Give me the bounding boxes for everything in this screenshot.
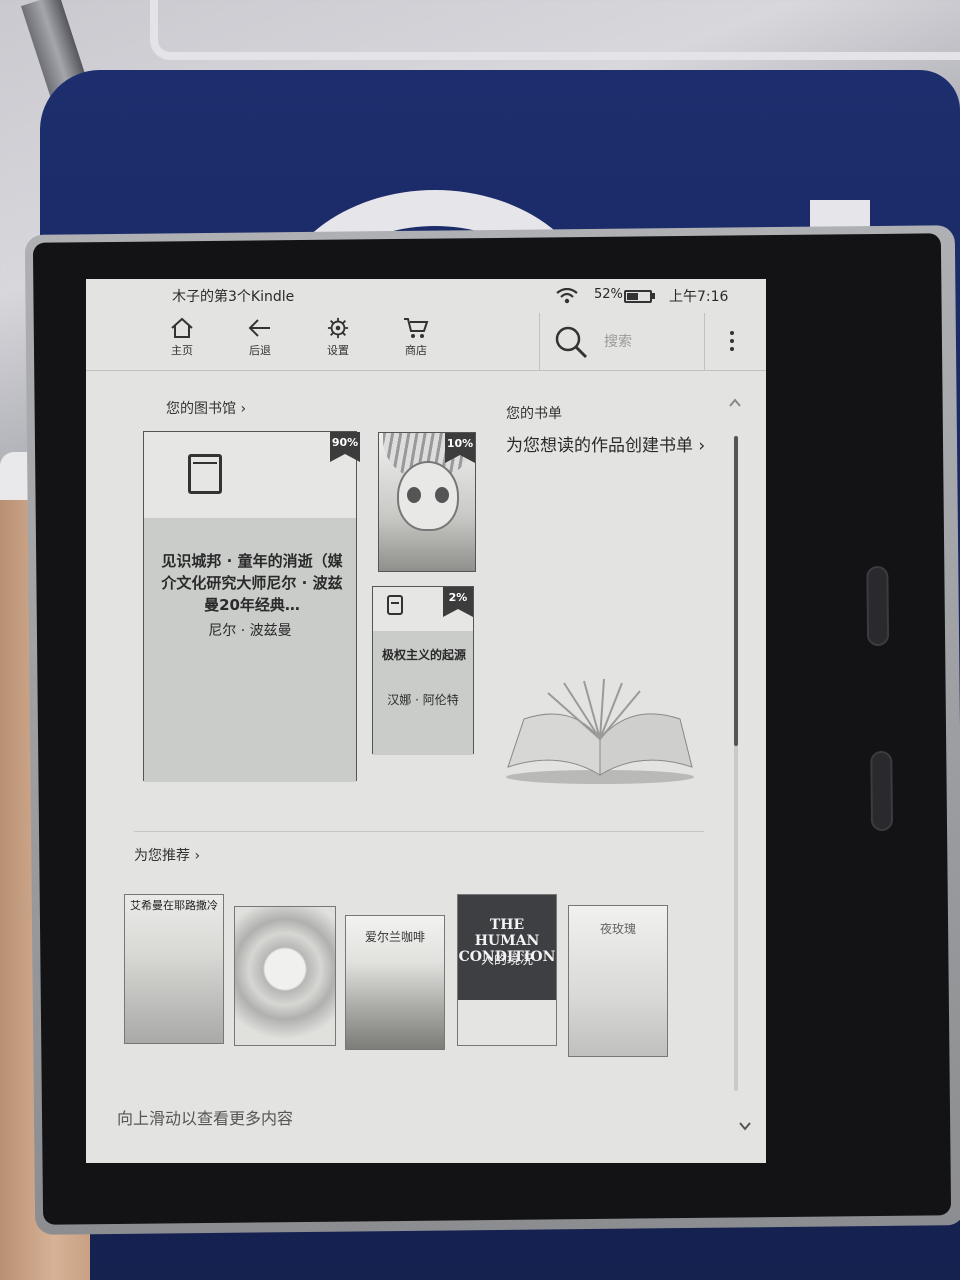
- book-title: 见识城邦 · 童年的消逝（媒介文化研究大师尼尔 · 波兹曼20年经典…: [161, 552, 343, 614]
- toolbar: 主页 后退 设置 商店 搜索: [86, 313, 766, 371]
- gear-icon: [327, 317, 349, 339]
- recommended-book-cover[interactable]: 爱尔兰咖啡: [345, 915, 445, 1050]
- cart-icon: [404, 318, 429, 338]
- book-icon: [188, 454, 222, 494]
- home-icon: [171, 317, 193, 338]
- open-book-illustration: [506, 679, 694, 784]
- battery-icon: [624, 290, 652, 303]
- battery-fill: [627, 293, 638, 300]
- cover-title: 艾希曼在耶路撒冷: [130, 899, 218, 912]
- section-divider: [134, 831, 704, 832]
- bus-rail: [150, 0, 960, 60]
- device-name: 木子的第3个Kindle: [172, 289, 295, 305]
- cover-subtitle: 人的境况: [480, 953, 533, 968]
- recommended-book-cover[interactable]: 艾希曼在耶路撒冷: [124, 894, 224, 1044]
- store-label: 商店: [405, 344, 427, 357]
- home-button[interactable]: 主页: [154, 317, 210, 358]
- more-menu-icon[interactable]: [722, 327, 742, 357]
- scroll-hint: 向上滑动以查看更多内容: [117, 1109, 294, 1128]
- recommended-book-cover[interactable]: [234, 906, 336, 1046]
- page-turn-button-up[interactable]: [866, 565, 890, 647]
- progress-badge: 10%: [445, 433, 475, 463]
- progress-badge: 90%: [330, 432, 360, 462]
- store-button[interactable]: 商店: [388, 317, 444, 358]
- cover-lower-band: [458, 1000, 556, 1045]
- cover-top: [144, 432, 356, 518]
- reading-list-link[interactable]: 为您想读的作品创建书单 ›: [506, 435, 716, 457]
- book-cover-manga[interactable]: 10%: [378, 432, 476, 572]
- book-author: 尼尔 · 波兹曼: [208, 623, 292, 639]
- battery-tip: [652, 293, 655, 299]
- book-author: 汉娜 · 阿伦特: [387, 693, 459, 707]
- cover-illustration: [397, 461, 459, 531]
- chevron-up-icon[interactable]: [728, 396, 742, 410]
- battery-percent: 52%: [594, 287, 623, 302]
- book-title: 极权主义的起源: [381, 648, 466, 662]
- recommended-book-cover[interactable]: THE HUMAN CONDITION 人的境况: [457, 894, 557, 1046]
- scrollbar[interactable]: [734, 436, 738, 1091]
- page-turn-button-down[interactable]: [870, 750, 894, 832]
- reading-list-heading: 您的书单: [506, 406, 562, 422]
- back-arrow-icon: [248, 319, 270, 337]
- back-button[interactable]: 后退: [232, 317, 288, 358]
- kindle-screen: 木子的第3个Kindle 52% 上午7:16 主页 后退 设置 商店 搜索 您…: [86, 279, 766, 1163]
- home-label: 主页: [171, 344, 193, 357]
- progress-badge: 2%: [443, 587, 473, 617]
- wifi-icon: [556, 288, 578, 304]
- scrollbar-thumb[interactable]: [734, 436, 738, 746]
- search-field[interactable]: 搜索: [539, 313, 705, 371]
- status-bar: 木子的第3个Kindle 52% 上午7:16: [86, 279, 766, 313]
- cover-illustration: [407, 487, 421, 503]
- recommendations-heading[interactable]: 为您推荐 ›: [134, 845, 200, 865]
- chevron-down-icon[interactable]: [738, 1119, 752, 1133]
- search-placeholder: 搜索: [604, 334, 632, 350]
- back-label: 后退: [249, 344, 271, 357]
- settings-label: 设置: [327, 344, 349, 357]
- clock: 上午7:16: [669, 289, 729, 305]
- book-icon: [387, 595, 403, 615]
- recommended-book-cover[interactable]: 夜玫瑰: [568, 905, 668, 1057]
- book-card[interactable]: 90% 见识城邦 · 童年的消逝（媒介文化研究大师尼尔 · 波兹曼20年经典… …: [143, 431, 360, 782]
- book-card[interactable]: 2% 极权主义的起源 汉娜 · 阿伦特: [372, 586, 474, 755]
- library-heading[interactable]: 您的图书馆 ›: [166, 398, 246, 418]
- search-icon: [555, 326, 588, 359]
- cover-title: 爱尔兰咖啡: [364, 930, 425, 944]
- settings-button[interactable]: 设置: [310, 317, 366, 358]
- cover-illustration: [435, 487, 449, 503]
- cover-title: 夜玫瑰: [599, 922, 636, 936]
